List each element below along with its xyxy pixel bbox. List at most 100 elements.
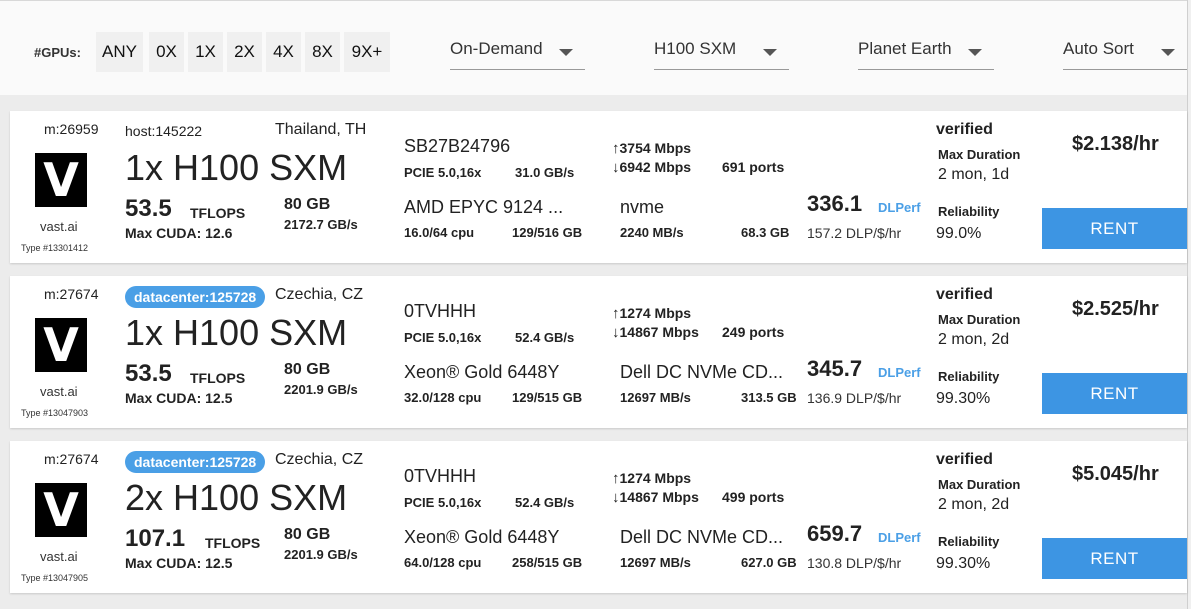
dlp-per-dollar: 136.9 DLP/$/hr	[807, 390, 902, 406]
pcie-bandwidth: 52.4 GB/s	[515, 495, 575, 510]
type-id: Type #13047903	[21, 408, 89, 418]
download-speed: ↓14867 Mbps	[612, 324, 699, 341]
gpu-count-2x-button[interactable]: 2X	[227, 32, 262, 72]
sort-dropdown[interactable]: Auto Sort	[1063, 33, 1187, 70]
sort-dropdown-value: Auto Sort	[1063, 39, 1134, 58]
arrow-up-icon: ↑	[612, 470, 620, 487]
dlp-per-dollar: 130.8 DLP/$/hr	[807, 555, 902, 571]
pcie-info: PCIE 5.0,16x	[404, 165, 482, 180]
motherboard: SB27B24796	[404, 136, 511, 156]
verified-status: verified	[936, 121, 993, 138]
max-cuda: Max CUDA: 12.6	[125, 225, 233, 241]
tflops-label: TFLOPS	[190, 205, 246, 221]
download-value: 14867 Mbps	[619, 324, 699, 340]
filter-bar: #GPUs: ANY 0X 1X 2X 4X 8X 9X+ On-Demand …	[0, 0, 1191, 95]
listing-card: m:27674 V vast.ai Type #13047903 datacen…	[10, 276, 1187, 428]
upload-speed: ↑3754 Mbps	[612, 140, 691, 157]
region-dropdown[interactable]: Planet Earth	[858, 33, 994, 70]
tflops-value: 53.5	[125, 360, 172, 387]
cpu-name: Xeon® Gold 6448Y	[404, 527, 560, 547]
gpu-model-dropdown[interactable]: H100 SXM	[654, 33, 789, 70]
chevron-down-icon	[968, 49, 982, 56]
reliability: 99.30%	[936, 555, 991, 572]
pcie-bandwidth: 52.4 GB/s	[515, 330, 575, 345]
price: $2.525/hr	[1072, 298, 1159, 320]
dlperf-value: 336.1	[807, 191, 863, 216]
gpu-count-4x-button[interactable]: 4X	[266, 32, 301, 72]
ports: 249 ports	[722, 324, 785, 340]
tflops-value: 107.1	[125, 525, 186, 552]
upload-value: 1274 Mbps	[619, 470, 692, 486]
arrow-up-icon: ↑	[612, 140, 620, 157]
motherboard: 0TVHHH	[404, 466, 477, 486]
disk-size: 68.3 GB	[741, 225, 790, 240]
disk-bandwidth: 12697 MB/s	[620, 555, 691, 570]
reliability-label: Reliability	[938, 369, 1000, 384]
gpu-name: 2x H100 SXM	[125, 477, 348, 518]
download-value: 14867 Mbps	[619, 489, 699, 505]
type-id: Type #13301412	[21, 243, 89, 253]
rent-button[interactable]: RENT	[1042, 208, 1187, 249]
price: $2.138/hr	[1072, 133, 1159, 155]
gpu-count-8x-button[interactable]: 8X	[305, 32, 340, 72]
disk-name: Dell DC NVMe CD...	[620, 527, 784, 547]
ports: 691 ports	[722, 159, 785, 175]
upload-value: 1274 Mbps	[619, 305, 692, 321]
datacenter-badge[interactable]: datacenter:125728	[125, 286, 266, 308]
vast-logo-icon: V	[35, 318, 87, 372]
listing-card: m:27674 V vast.ai Type #13047905 datacen…	[10, 441, 1187, 593]
gpu-count-1x-button[interactable]: 1X	[188, 32, 223, 72]
download-value: 6942 Mbps	[619, 159, 692, 175]
disk-bandwidth: 2240 MB/s	[620, 225, 684, 240]
disk-bandwidth: 12697 MB/s	[620, 390, 691, 405]
arrow-up-icon: ↑	[612, 305, 620, 322]
download-speed: ↓6942 Mbps	[612, 159, 691, 176]
disk-name: Dell DC NVMe CD...	[620, 362, 784, 382]
disk-size: 313.5 GB	[741, 390, 797, 405]
gpu-ram-bandwidth: 2172.7 GB/s	[284, 217, 358, 232]
rent-button[interactable]: RENT	[1042, 373, 1187, 414]
max-duration: 2 mon, 1d	[938, 166, 1010, 183]
datacenter-badge[interactable]: datacenter:125728	[125, 451, 266, 473]
pricing-dropdown[interactable]: On-Demand	[450, 33, 585, 70]
reliability: 99.30%	[936, 390, 991, 407]
brand-name: vast.ai	[40, 219, 78, 234]
arrow-down-icon: ↓	[612, 159, 620, 176]
gpu-count-0x-button[interactable]: 0X	[149, 32, 184, 72]
dlperf-label: DLPerf	[878, 530, 921, 545]
system-ram: 129/515 GB	[512, 390, 583, 405]
rent-button[interactable]: RENT	[1042, 538, 1187, 579]
cpu-cores: 32.0/128 cpu	[404, 390, 482, 405]
dlp-per-dollar: 157.2 DLP/$/hr	[807, 225, 902, 241]
cpu-name: Xeon® Gold 6448Y	[404, 362, 560, 382]
vast-logo-icon: V	[35, 153, 87, 207]
max-cuda: Max CUDA: 12.5	[125, 555, 233, 571]
pcie-info: PCIE 5.0,16x	[404, 495, 482, 510]
scrollbar[interactable]	[1187, 0, 1191, 609]
gpu-count-label: #GPUs:	[34, 45, 81, 60]
machine-id: m:26959	[44, 121, 99, 137]
gpu-model-dropdown-value: H100 SXM	[654, 39, 737, 58]
pcie-info: PCIE 5.0,16x	[404, 330, 482, 345]
gpu-count-any-button[interactable]: ANY	[96, 32, 143, 72]
chevron-down-icon	[763, 49, 777, 56]
machine-id: m:27674	[44, 451, 99, 467]
verified-status: verified	[936, 451, 993, 468]
listing-card: m:26959 V vast.ai Type #13301412 host:14…	[10, 111, 1187, 263]
tflops-value: 53.5	[125, 195, 172, 222]
reliability: 99.0%	[936, 225, 982, 242]
location: Czechia, CZ	[275, 286, 364, 303]
ports: 499 ports	[722, 489, 785, 505]
reliability-label: Reliability	[938, 204, 1000, 219]
vast-logo-icon: V	[35, 483, 87, 537]
cpu-cores: 64.0/128 cpu	[404, 555, 482, 570]
dlperf-value: 659.7	[807, 521, 863, 546]
pricing-dropdown-value: On-Demand	[450, 39, 543, 58]
machine-id: m:27674	[44, 286, 99, 302]
brand-name: vast.ai	[40, 384, 78, 399]
gpu-count-9x-plus-button[interactable]: 9X+	[344, 32, 390, 72]
max-duration: 2 mon, 2d	[938, 496, 1010, 513]
disk-name: nvme	[620, 197, 665, 217]
motherboard: 0TVHHH	[404, 301, 477, 321]
cpu-name: AMD EPYC 9124 ...	[404, 197, 564, 217]
